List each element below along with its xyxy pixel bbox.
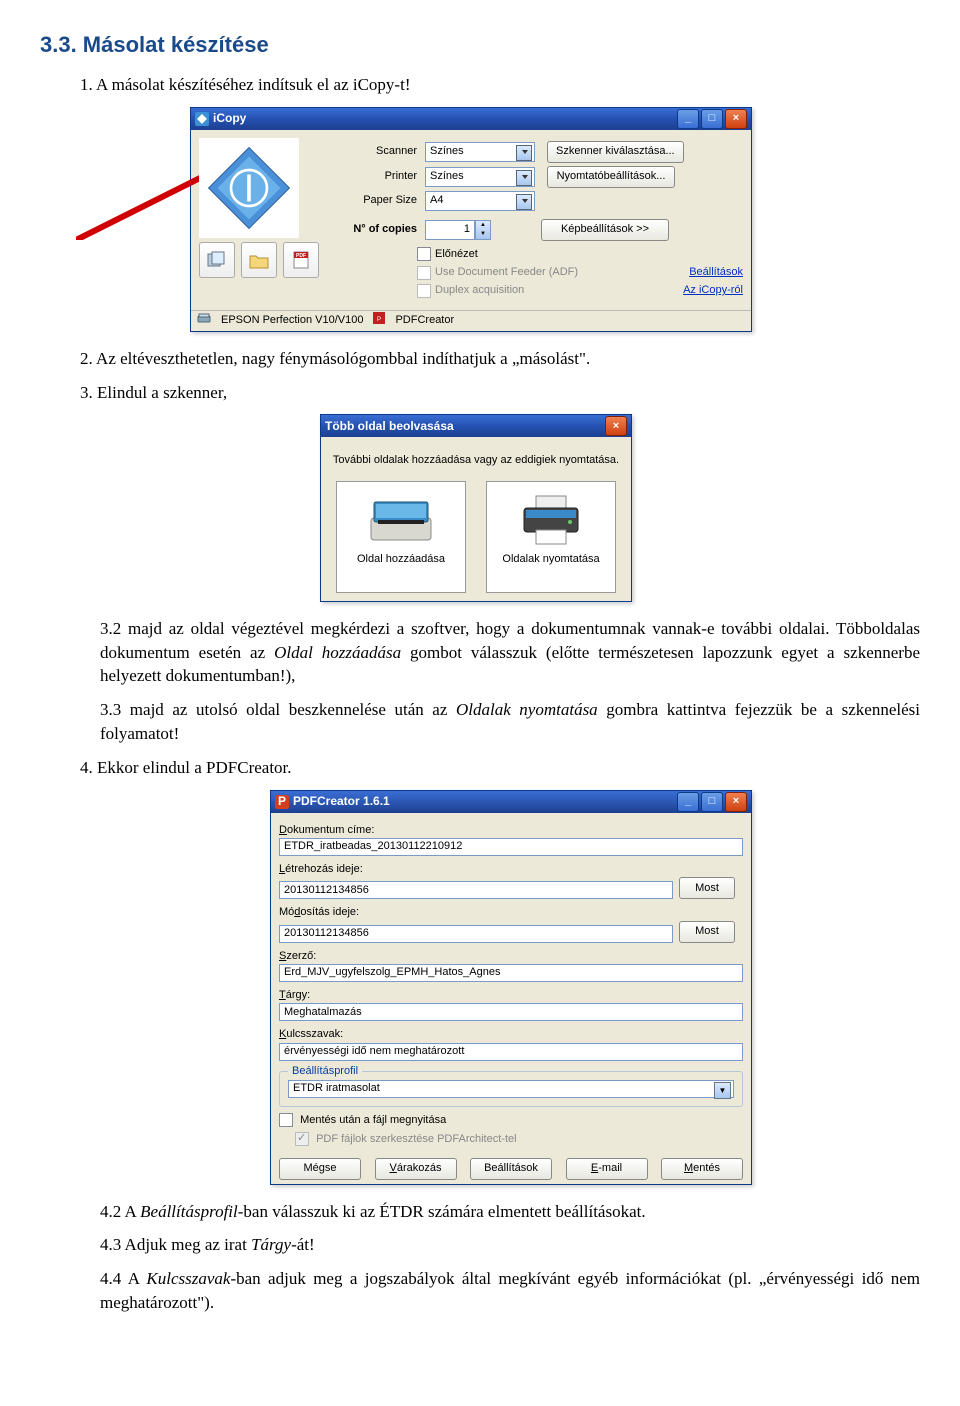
sub-item-4-3: 4.3 Adjuk meg az irat Tárgy-át!: [100, 1233, 920, 1257]
pdfc-minimize-button[interactable]: _: [677, 792, 699, 812]
folder-icon[interactable]: [241, 242, 277, 278]
settings-button[interactable]: Beállítások: [470, 1158, 552, 1180]
pdfc-maximize-button[interactable]: □: [701, 792, 723, 812]
scan-dialog-close-button[interactable]: ×: [605, 416, 627, 436]
duplex-checkbox: [417, 284, 431, 298]
icopy-statusbar: EPSON Perfection V10/V100 P PDFCreator: [191, 310, 751, 331]
print-pages-caption: Oldalak nyomtatása: [502, 552, 599, 567]
svg-text:PDF: PDF: [296, 253, 306, 259]
modified-now-button[interactable]: Most: [679, 921, 735, 943]
icopy-title: iCopy: [213, 110, 246, 127]
copies-input[interactable]: 1: [425, 220, 475, 240]
open-after-checkbox[interactable]: [279, 1113, 293, 1127]
svg-text:P: P: [377, 317, 381, 323]
add-page-button[interactable]: Oldal hozzáadása: [336, 481, 466, 593]
profile-select[interactable]: ETDR iratmasolat ▼: [288, 1080, 734, 1098]
scanner-icon: [197, 312, 211, 329]
pdfc-title: PDFCreator 1.6.1: [293, 793, 390, 810]
created-now-button[interactable]: Most: [679, 877, 735, 899]
modified-label: Módosítás ideje:: [279, 905, 743, 920]
scanner-choose-button[interactable]: Szkenner kiválasztása...: [547, 141, 684, 163]
subject-label: Tárgy:: [279, 988, 743, 1003]
created-label: Létrehozás ideje:: [279, 862, 743, 877]
sub-item-3-2: 3.2 majd az oldal végeztével megkérdezi …: [100, 617, 920, 688]
list-item-1: 1. A másolat készítéséhez indítsuk el az…: [80, 73, 920, 97]
scan-dialog-message: További oldalak hozzáadása vagy az eddig…: [329, 453, 623, 468]
author-input[interactable]: Erd_MJV_ugyfelszolg_EPMH_Hatos_Agnes: [279, 964, 743, 982]
subject-input[interactable]: Meghatalmazás: [279, 1003, 743, 1021]
sub-item-4-2: 4.2 A Beállításprofil-ban válasszuk ki a…: [100, 1200, 920, 1224]
save-button[interactable]: Mentés: [661, 1158, 743, 1180]
about-link[interactable]: Az iCopy-ról: [683, 283, 743, 298]
maximize-button[interactable]: □: [701, 109, 723, 129]
copies-label: N° of copies: [327, 222, 425, 237]
profile-group: Beállításprofil ETDR iratmasolat ▼: [279, 1071, 743, 1107]
pdfcreator-window: P PDFCreator 1.6.1 _ □ × Dokumentum címe…: [270, 790, 752, 1185]
status-scanner: EPSON Perfection V10/V100: [221, 313, 363, 328]
scan-dialog-titlebar: Több oldal beolvasása ×: [321, 415, 631, 437]
profile-legend: Beállításprofil: [288, 1064, 362, 1079]
author-label: Szerző:: [279, 949, 743, 964]
scan-dialog-title: Több oldal beolvasása: [325, 418, 454, 435]
papersize-label: Paper Size: [327, 193, 425, 208]
sub-item-4-4: 4.4 A Kulcsszavak-ban adjuk meg a jogsza…: [100, 1267, 920, 1315]
icopy-icon: ◆: [195, 112, 209, 126]
pdf-icon[interactable]: PDF: [283, 242, 319, 278]
open-after-row: Mentés után a fájl megnyitása: [279, 1113, 743, 1128]
duplex-label: Duplex acquisition: [435, 283, 524, 298]
status-printer: PDFCreator: [395, 313, 454, 328]
scanner-label: Scanner: [327, 144, 425, 159]
open-after-label: Mentés után a fájl megnyitása: [300, 1114, 446, 1126]
wait-button[interactable]: Várakozás: [375, 1158, 457, 1180]
doc-title-label: Dokumentum címe:: [279, 823, 743, 838]
add-page-caption: Oldal hozzáadása: [357, 552, 445, 567]
copy-logo-button[interactable]: [199, 138, 299, 238]
list-item-2: 2. Az eltéveszthetetlen, nagy fénymásoló…: [80, 347, 920, 371]
list-item-4: 4. Ekkor elindul a PDFCreator.: [80, 756, 920, 780]
list-item-3: 3. Elindul a szkenner,: [80, 381, 920, 405]
sub-item-3-3: 3.3 majd az utolsó oldal beszkennelése u…: [100, 698, 920, 746]
scan-dialog: Több oldal beolvasása × További oldalak …: [320, 414, 632, 601]
keywords-input[interactable]: érvényességi idő nem meghatározott: [279, 1043, 743, 1061]
pdfc-titlebar: P PDFCreator 1.6.1 _ □ ×: [271, 791, 751, 813]
pdfcreator-icon: P: [275, 795, 289, 809]
printer-label: Printer: [327, 169, 425, 184]
scanner-select[interactable]: Színes: [425, 142, 535, 162]
keywords-label: Kulcsszavak:: [279, 1027, 743, 1042]
icopy-window: ◆ iCopy _ □ × PDF: [190, 107, 752, 332]
minimize-button[interactable]: _: [677, 109, 699, 129]
pdfarchitect-checkbox: ✓: [295, 1132, 309, 1146]
pdfarchitect-row: ✓ PDF fájlok szerkesztése PDFArchitect-t…: [295, 1132, 743, 1147]
settings-link[interactable]: Beállítások: [689, 265, 743, 280]
cancel-button[interactable]: Mégse: [279, 1158, 361, 1180]
pdfc-close-button[interactable]: ×: [725, 792, 747, 812]
close-button[interactable]: ×: [725, 109, 747, 129]
doc-title-input[interactable]: ETDR_iratbeadas_20130112210912: [279, 838, 743, 856]
batch-icon[interactable]: [199, 242, 235, 278]
preview-label: Előnézet: [435, 247, 478, 262]
image-settings-button[interactable]: Képbeállítások >>: [541, 219, 669, 241]
created-input[interactable]: 20130112134856: [279, 881, 673, 899]
print-pages-button[interactable]: Oldalak nyomtatása: [486, 481, 616, 593]
icopy-titlebar: ◆ iCopy _ □ ×: [191, 108, 751, 130]
pdfarchitect-label: PDF fájlok szerkesztése PDFArchitect-tel: [316, 1133, 517, 1145]
section-heading: 3.3. Másolat készítése: [40, 30, 920, 61]
printer-select[interactable]: Színes: [425, 167, 535, 187]
printer-settings-button[interactable]: Nyomtatóbeállítások...: [547, 166, 675, 188]
preview-checkbox[interactable]: [417, 247, 431, 261]
adf-label: Use Document Feeder (ADF): [435, 265, 578, 280]
pdf-status-icon: P: [373, 312, 385, 329]
adf-checkbox: [417, 266, 431, 280]
papersize-select[interactable]: A4: [425, 191, 535, 211]
email-button[interactable]: E-mail: [566, 1158, 648, 1180]
copies-spinner[interactable]: ▲ ▼: [475, 220, 491, 240]
modified-input[interactable]: 20130112134856: [279, 925, 673, 943]
